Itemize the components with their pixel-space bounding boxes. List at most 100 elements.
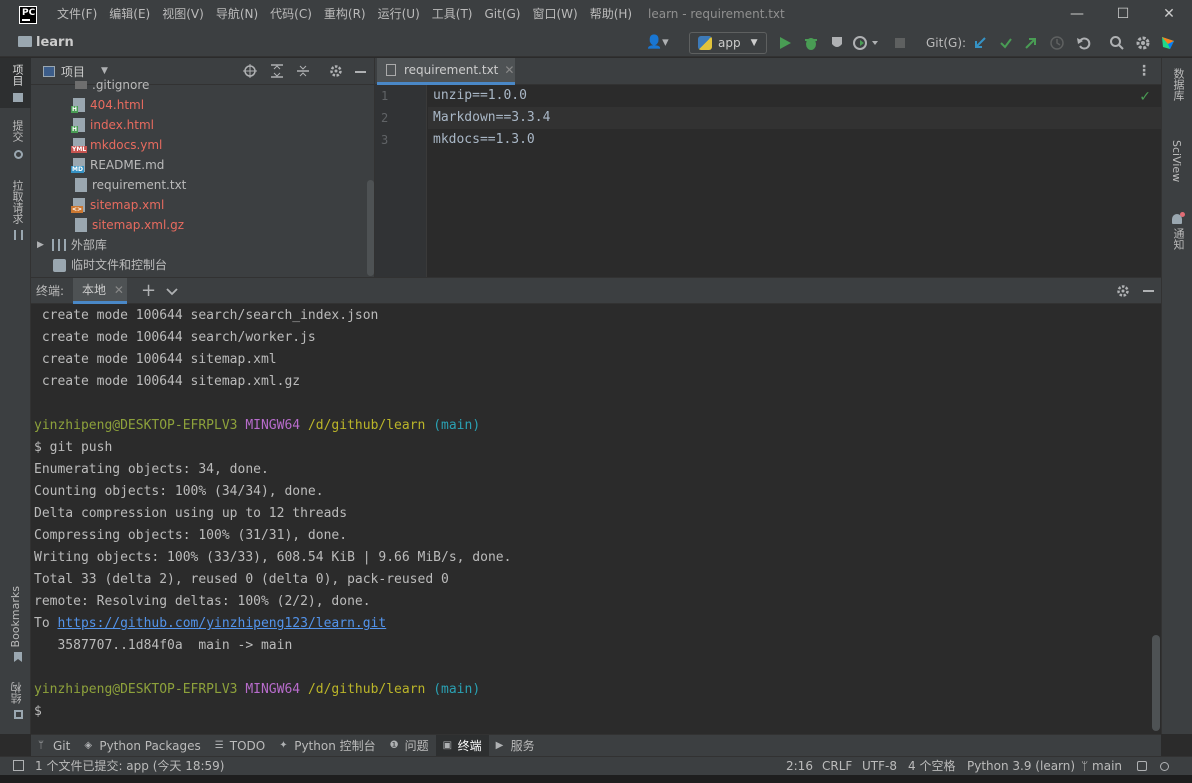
tool-git[interactable]: ᛘ Git xyxy=(31,735,77,757)
tool-terminal[interactable]: ▣ 终端 xyxy=(435,734,489,757)
structure-icon xyxy=(14,710,23,719)
tree-item-404-html[interactable]: H 404.html xyxy=(71,95,144,115)
tree-item-gitignore[interactable]: .gitignore xyxy=(75,75,149,95)
taskbar-edge xyxy=(0,775,1192,783)
close-tab-icon[interactable]: ✕ xyxy=(504,63,514,77)
git-push-icon[interactable] xyxy=(1024,36,1038,50)
tree-item-external-libraries[interactable]: ▶ 外部库 xyxy=(37,235,107,255)
menu-view[interactable]: 视图(V) xyxy=(156,0,210,29)
maximize-button[interactable]: ☐ xyxy=(1100,0,1146,29)
more-options-icon[interactable]: ⋮ xyxy=(1137,63,1151,79)
line-separator[interactable]: CRLF xyxy=(822,757,852,775)
editor-tab-bar: requirement.txt ✕ ⋮ xyxy=(375,58,1161,85)
terminal-output[interactable]: create mode 100644 search/search_index.j… xyxy=(31,305,1161,734)
project-scrollbar[interactable] xyxy=(367,180,374,276)
terminal-tab-local[interactable]: 本地 ✕ xyxy=(73,278,127,304)
terminal-input-line[interactable]: $ xyxy=(34,701,42,723)
tool-notifications[interactable]: 通知 xyxy=(1170,228,1186,250)
profile-icon[interactable] xyxy=(853,35,879,51)
menu-window[interactable]: 窗口(W) xyxy=(526,0,583,29)
tab-requirement-txt[interactable]: requirement.txt ✕ xyxy=(377,58,515,85)
tool-problems[interactable]: ❶ 问题 xyxy=(383,735,436,757)
terminal-header: 终端: 本地 ✕ + xyxy=(31,277,1161,304)
terminal-line: Counting objects: 100% (34/34), done. xyxy=(34,484,324,499)
close-tab-icon[interactable]: ✕ xyxy=(114,283,124,297)
new-terminal-icon[interactable]: + xyxy=(141,278,156,304)
git-commit-icon[interactable] xyxy=(999,36,1013,50)
menu-edit[interactable]: 编辑(E) xyxy=(103,0,156,29)
menu-code[interactable]: 代码(C) xyxy=(264,0,318,29)
code-line[interactable]: mkdocs==1.3.0 xyxy=(433,132,535,147)
menu-file[interactable]: 文件(F) xyxy=(51,0,103,29)
push-url-link[interactable]: https://github.com/yinzhipeng123/learn.g… xyxy=(57,616,386,631)
minimize-button[interactable]: — xyxy=(1054,0,1100,29)
run-config-select[interactable]: app ▼ xyxy=(689,32,767,54)
tool-bookmarks[interactable]: Bookmarks xyxy=(9,586,22,647)
tool-todo[interactable]: ☰ TODO xyxy=(208,735,272,757)
chevron-down-icon: ▼ xyxy=(750,38,758,48)
chevron-down-icon[interactable] xyxy=(166,285,178,297)
coverage-icon[interactable] xyxy=(829,35,845,51)
locate-icon[interactable] xyxy=(243,64,257,78)
terminal-line: Delta compression using up to 12 threads xyxy=(34,506,348,521)
tree-item-readme-md[interactable]: MD README.md xyxy=(71,155,164,175)
tool-project[interactable]: 项目 xyxy=(9,64,25,86)
git-update-icon[interactable] xyxy=(973,36,987,50)
tree-item-sitemap-xml[interactable]: <> sitemap.xml xyxy=(71,195,164,215)
tool-pull-requests[interactable]: 拉取请求 xyxy=(9,180,25,224)
terminal-settings-icon[interactable] xyxy=(1116,284,1130,298)
settings-gear-icon[interactable] xyxy=(1135,35,1151,51)
tool-services[interactable]: ▶ 服务 xyxy=(489,735,542,757)
close-button[interactable]: ✕ xyxy=(1146,0,1192,29)
debug-icon[interactable] xyxy=(803,35,819,51)
expand-all-icon[interactable] xyxy=(270,64,284,78)
memory-indicator-icon[interactable] xyxy=(1160,762,1169,771)
indent-setting[interactable]: 4 个空格 xyxy=(908,757,955,775)
history-icon[interactable] xyxy=(1049,35,1065,51)
tool-database[interactable]: 数据库 xyxy=(1170,68,1186,101)
todo-icon: ☰ xyxy=(214,739,224,751)
inspection-ok-icon[interactable]: ✓ xyxy=(1139,89,1151,105)
panel-settings-icon[interactable] xyxy=(329,64,343,78)
file-encoding[interactable]: UTF-8 xyxy=(862,757,897,775)
tree-item-index-html[interactable]: H index.html xyxy=(71,115,154,135)
code-line[interactable]: unzip==1.0.0 xyxy=(433,88,527,103)
code-line[interactable]: Markdown==3.3.4 xyxy=(433,110,550,125)
chevron-right-icon[interactable]: ▶ xyxy=(37,235,44,255)
tool-sciview[interactable]: SciView xyxy=(1170,140,1183,182)
search-icon[interactable] xyxy=(1109,35,1125,51)
main-menu: 文件(F) 编辑(E) 视图(V) 导航(N) 代码(C) 重构(R) 运行(U… xyxy=(51,0,638,29)
terminal-scrollbar[interactable] xyxy=(1152,635,1160,731)
menu-help[interactable]: 帮助(H) xyxy=(584,0,638,29)
terminal-line: remote: Resolving deltas: 100% (2/2), do… xyxy=(34,594,371,609)
menu-git[interactable]: Git(G) xyxy=(478,0,526,29)
python-interpreter[interactable]: Python 3.9 (learn) xyxy=(967,757,1075,775)
status-message[interactable]: 1 个文件已提交: app (今天 18:59) xyxy=(35,757,224,775)
caret-position[interactable]: 2:16 xyxy=(786,757,813,775)
tree-item-requirement-txt[interactable]: requirement.txt xyxy=(75,175,186,195)
git-branch[interactable]: ᛘ main xyxy=(1081,757,1122,775)
tree-item-scratches[interactable]: 临时文件和控制台 xyxy=(53,255,167,275)
stop-icon[interactable] xyxy=(895,38,905,48)
tool-python-console[interactable]: ✦ Python 控制台 xyxy=(272,735,382,757)
editor: requirement.txt ✕ ⋮ 1 2 3 unzip==1.0.0 M… xyxy=(375,58,1161,277)
menu-refactor[interactable]: 重构(R) xyxy=(318,0,372,29)
run-icon[interactable] xyxy=(778,36,792,50)
menu-tools[interactable]: 工具(T) xyxy=(426,0,479,29)
tool-structure[interactable]: 结构 xyxy=(9,682,25,704)
tool-commit[interactable]: 提交 xyxy=(9,120,25,142)
collapse-all-icon[interactable] xyxy=(296,64,310,78)
rollback-icon[interactable] xyxy=(1076,35,1092,51)
project-breadcrumb[interactable]: learn xyxy=(36,29,74,57)
menu-run[interactable]: 运行(U) xyxy=(372,0,426,29)
lock-icon[interactable] xyxy=(1137,761,1147,771)
tree-item-sitemap-xml-gz[interactable]: sitemap.xml.gz xyxy=(75,215,184,235)
tool-python-packages[interactable]: ◈ Python Packages xyxy=(77,735,207,757)
toggle-tool-windows-icon[interactable] xyxy=(13,760,24,771)
account-icon[interactable]: 👤▾ xyxy=(646,29,669,57)
tree-item-mkdocs-yml[interactable]: YML mkdocs.yml xyxy=(71,135,162,155)
hide-panel-icon[interactable] xyxy=(355,71,366,73)
hide-terminal-icon[interactable] xyxy=(1143,290,1154,292)
jetbrains-toolbox-icon[interactable] xyxy=(1160,35,1176,51)
menu-navigate[interactable]: 导航(N) xyxy=(210,0,264,29)
